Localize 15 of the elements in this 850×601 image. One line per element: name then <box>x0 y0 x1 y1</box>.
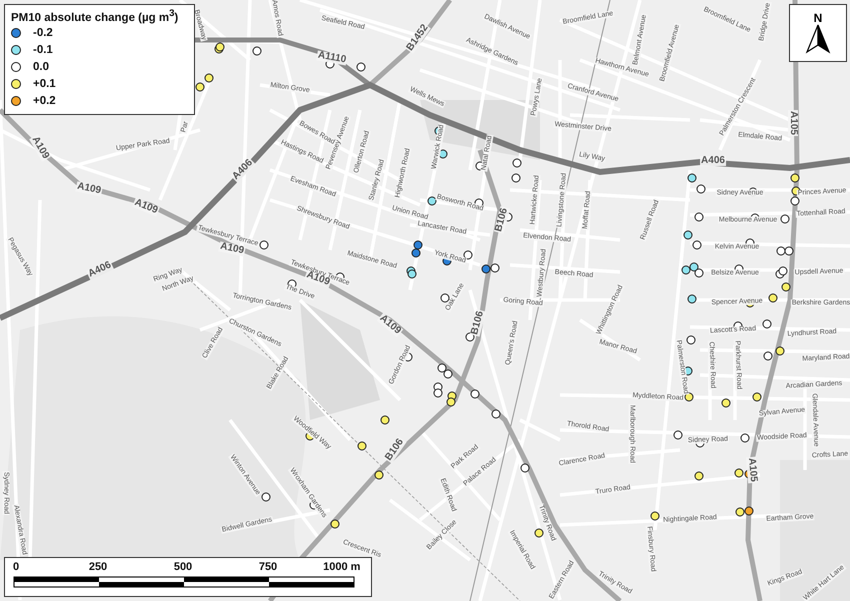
scale-label: 0 <box>13 561 20 573</box>
road-number-label: A406 <box>700 156 726 166</box>
north-arrow-icon <box>805 24 831 54</box>
road-number-label: A105 <box>788 110 798 136</box>
legend-label: 0.0 <box>33 61 49 74</box>
scale-label: 1000 m <box>323 561 360 573</box>
legend-label: -0.2 <box>33 27 53 40</box>
legend-label: +0.2 <box>33 95 56 108</box>
scale-label: 250 <box>88 561 108 573</box>
scale-label: 500 <box>174 561 192 573</box>
legend-label: -0.1 <box>33 44 53 56</box>
legend-label: +0.1 <box>33 78 56 90</box>
north-label: N <box>814 12 822 24</box>
legend-title: PM10 absolute change (µg m$^{3}$) <box>11 8 180 24</box>
scale-label: 750 <box>258 561 278 573</box>
